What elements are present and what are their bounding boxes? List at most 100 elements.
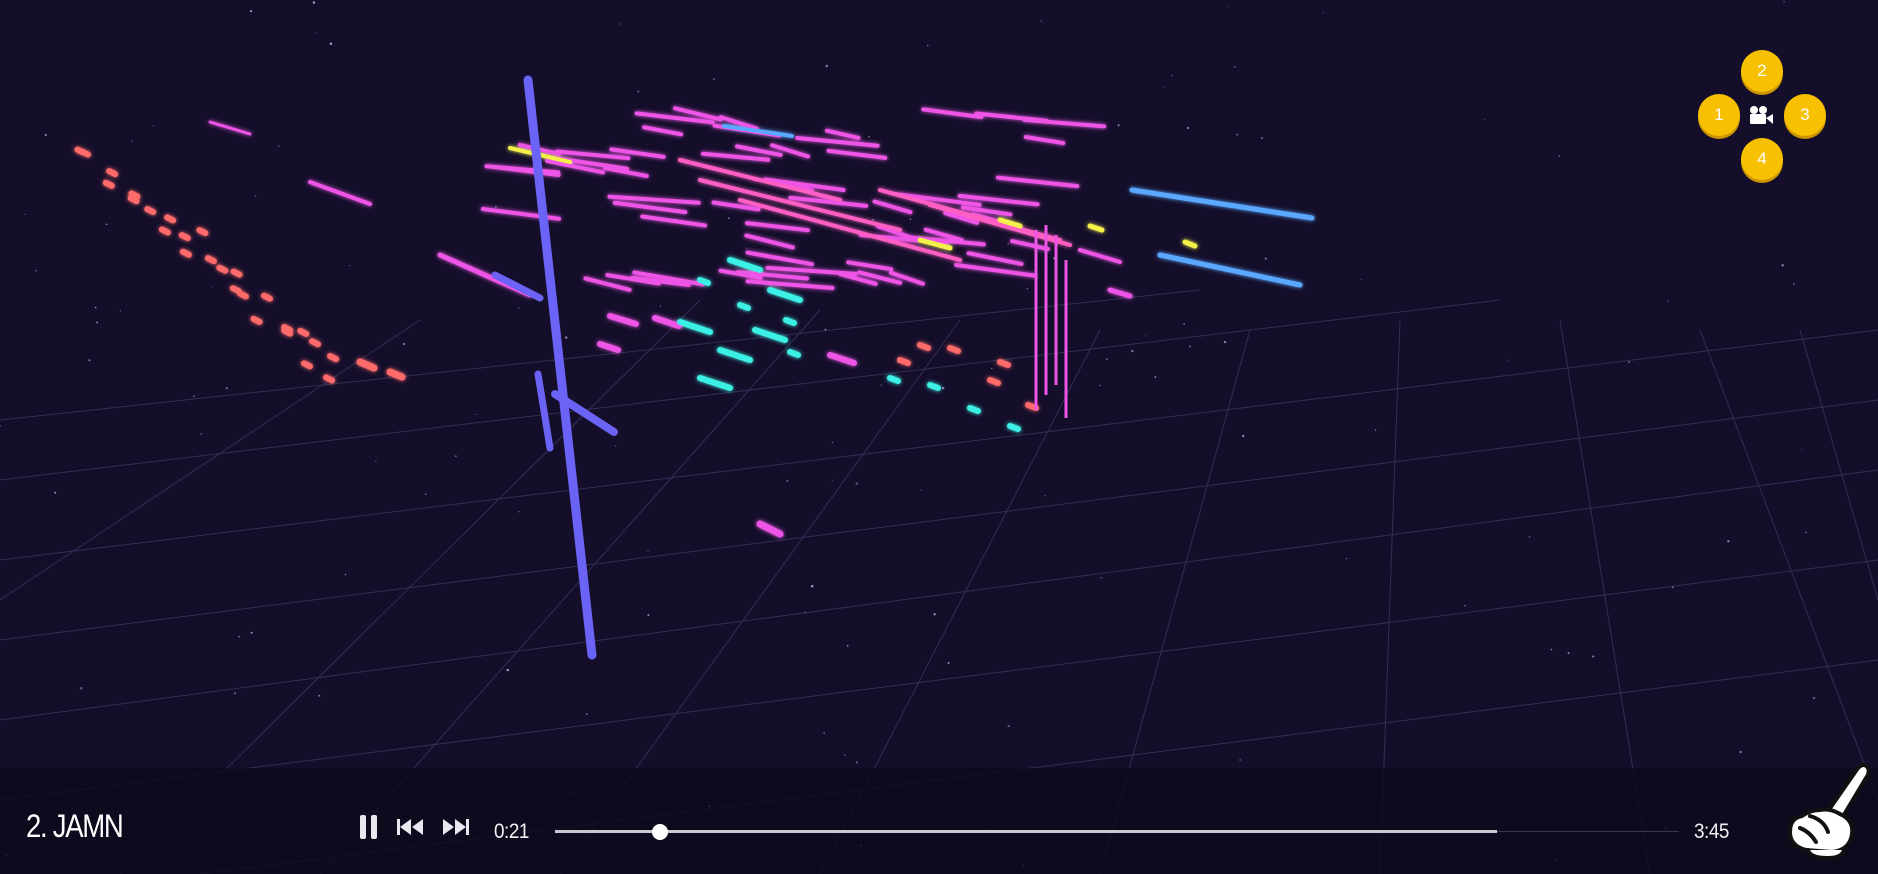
note-block (1107, 287, 1133, 299)
star (1805, 531, 1807, 534)
star (1007, 724, 1010, 728)
note-block (921, 107, 984, 120)
star (200, 433, 203, 435)
note-block (652, 315, 682, 329)
note-block (158, 226, 171, 236)
note-block (995, 175, 1080, 189)
grid-line (0, 399, 1878, 641)
star (24, 213, 26, 215)
star (96, 321, 99, 324)
note-block (1010, 239, 1050, 252)
note-block (737, 302, 751, 311)
note-block (640, 214, 707, 228)
note-block (744, 233, 795, 250)
star (1792, 283, 1795, 285)
note-block (327, 353, 340, 363)
star (1506, 359, 1508, 361)
star (1727, 540, 1730, 543)
star (1188, 345, 1192, 348)
pause-button[interactable] (358, 814, 380, 840)
star (1044, 495, 1046, 497)
star (637, 90, 640, 93)
star (1464, 605, 1466, 607)
note-block (386, 368, 406, 381)
star (615, 445, 617, 447)
star (250, 10, 253, 13)
star (506, 668, 509, 672)
star (250, 631, 253, 634)
note-block (78, 148, 91, 158)
star (329, 42, 333, 46)
camera-view-4-button[interactable]: 4 (1741, 138, 1783, 180)
star (746, 247, 748, 249)
star (1154, 376, 1157, 378)
star (1550, 648, 1553, 651)
note-block (308, 338, 321, 348)
star-field (0, 0, 1819, 874)
note-block (1007, 423, 1021, 432)
grid-line (0, 559, 1878, 801)
grid-line (1699, 329, 1878, 801)
note-block (178, 232, 191, 242)
star (44, 133, 47, 137)
star (192, 395, 196, 398)
note-block (196, 227, 209, 237)
note-block (144, 206, 157, 216)
grid-line (0, 289, 1201, 421)
star (1131, 349, 1134, 353)
video-camera-icon (1750, 106, 1773, 124)
star (1345, 557, 1348, 560)
note-block (897, 357, 911, 366)
star (823, 731, 825, 734)
note-block (974, 111, 1049, 123)
pointing-hand-icon[interactable] (1780, 758, 1872, 862)
note-block (947, 345, 961, 354)
note-block (783, 317, 797, 326)
note-block (179, 248, 192, 258)
star (316, 32, 318, 34)
star (344, 574, 347, 576)
camera-view-3-button[interactable]: 3 (1784, 94, 1826, 136)
camera-view-2-button[interactable]: 2 (1741, 50, 1783, 92)
note-block (281, 327, 294, 337)
star (1241, 434, 1245, 438)
star (1628, 361, 1630, 363)
note-block (106, 168, 119, 178)
current-time: 0:21 (494, 820, 529, 843)
note-block (612, 200, 688, 215)
star (844, 754, 846, 756)
note-block (917, 342, 931, 351)
previous-button[interactable] (397, 818, 425, 836)
note-block (583, 276, 632, 292)
camera-view-1-button[interactable]: 1 (1698, 94, 1740, 136)
visualizer-canvas (0, 0, 1878, 874)
note-block (323, 374, 336, 384)
note-block (607, 313, 639, 327)
note-block (1129, 187, 1315, 221)
star (1233, 66, 1236, 68)
star (846, 645, 849, 647)
star (585, 713, 588, 715)
star (94, 306, 97, 309)
note-block (745, 250, 814, 267)
star (1145, 335, 1147, 337)
star (728, 217, 730, 219)
skip-forward-icon (443, 819, 469, 835)
star (941, 386, 945, 390)
progress-bar[interactable] (555, 824, 1679, 840)
grid-line (0, 329, 1878, 561)
progress-handle[interactable] (651, 824, 668, 840)
star (1007, 243, 1009, 245)
star (1528, 535, 1531, 538)
note-block (824, 128, 861, 140)
star (54, 491, 57, 494)
note-block (236, 290, 249, 300)
note-block (1087, 223, 1105, 233)
note-block (697, 375, 733, 391)
note-block (745, 279, 835, 290)
star (312, 1, 316, 4)
star (233, 692, 237, 695)
star (868, 135, 870, 138)
camera-view-4-label: 4 (1757, 149, 1767, 168)
next-button[interactable] (442, 818, 470, 836)
